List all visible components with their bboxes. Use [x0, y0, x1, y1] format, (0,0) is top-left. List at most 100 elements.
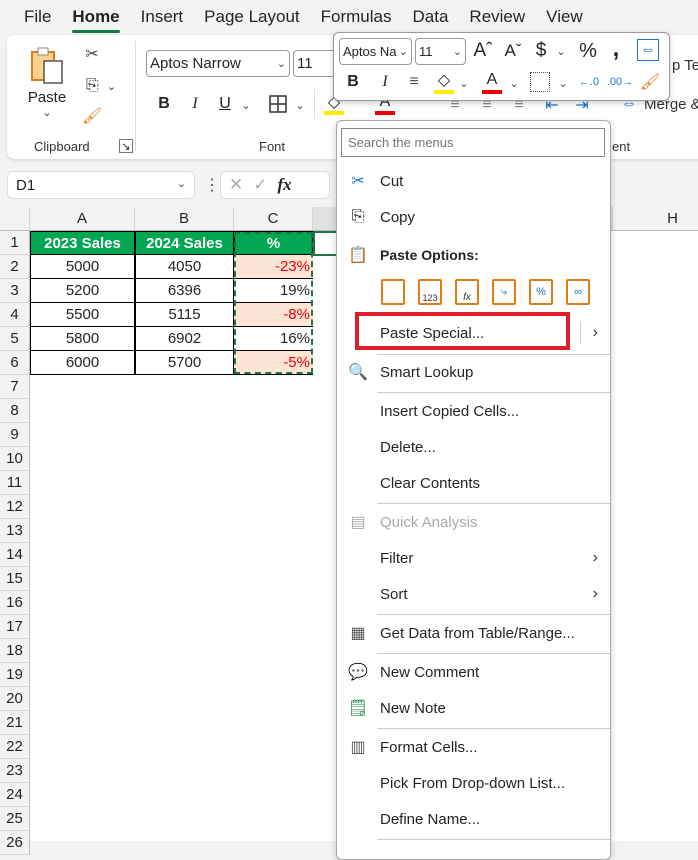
- table-header-cell[interactable]: 2024 Sales: [135, 231, 234, 255]
- row-header-10[interactable]: 10: [0, 447, 30, 471]
- row-header-17[interactable]: 17: [0, 615, 30, 639]
- mini-fill-color-button[interactable]: ◇: [434, 70, 454, 94]
- menu-item-filter[interactable]: Filter ›: [337, 541, 610, 575]
- select-all-corner[interactable]: [0, 207, 30, 231]
- table-cell[interactable]: 5500: [30, 303, 135, 327]
- table-cell[interactable]: 4050: [135, 255, 234, 279]
- row-header-1[interactable]: 1: [0, 231, 30, 255]
- cancel-icon[interactable]: ✕: [229, 175, 243, 195]
- table-cell[interactable]: 5800: [30, 327, 135, 351]
- table-cell[interactable]: -5%: [234, 351, 313, 375]
- menu-item-pick-from-dropdown[interactable]: Pick From Drop-down List...: [337, 766, 610, 800]
- paste-icon[interactable]: [381, 279, 405, 305]
- table-cell[interactable]: 6902: [135, 327, 234, 351]
- column-header-h[interactable]: H: [613, 207, 698, 231]
- borders-button[interactable]: [267, 93, 289, 115]
- paste-values-icon[interactable]: 123: [418, 279, 442, 305]
- row-header-5[interactable]: 5: [0, 327, 30, 351]
- increase-font-size-icon[interactable]: Aˆ: [472, 39, 494, 63]
- paste-formulas-icon[interactable]: fx: [455, 279, 479, 305]
- mini-align-center-icon[interactable]: ≡: [404, 70, 424, 94]
- table-cell[interactable]: 5115: [135, 303, 234, 327]
- tab-page-layout[interactable]: Page Layout: [204, 7, 299, 27]
- table-cell[interactable]: 5700: [135, 351, 234, 375]
- menu-item-format-cells[interactable]: ▥ Format Cells...: [337, 730, 610, 764]
- row-header-14[interactable]: 14: [0, 543, 30, 567]
- chevron-right-icon[interactable]: ›: [593, 324, 598, 342]
- name-box[interactable]: D1 ⌄: [7, 171, 195, 199]
- row-header-3[interactable]: 3: [0, 279, 30, 303]
- table-cell[interactable]: -23%: [234, 255, 313, 279]
- row-header-12[interactable]: 12: [0, 495, 30, 519]
- table-cell[interactable]: 6000: [30, 351, 135, 375]
- table-cell[interactable]: 6396: [135, 279, 234, 303]
- format-painter-button[interactable]: 🖌: [81, 105, 103, 127]
- percent-icon[interactable]: %: [577, 39, 599, 63]
- row-header-20[interactable]: 20: [0, 687, 30, 711]
- mini-italic-button[interactable]: I: [376, 70, 394, 94]
- menu-item-sort[interactable]: Sort ›: [337, 577, 610, 611]
- table-cell[interactable]: 16%: [234, 327, 313, 351]
- paste-button[interactable]: Paste ⌄: [27, 43, 67, 123]
- tab-file[interactable]: File: [24, 7, 51, 27]
- font-name-select[interactable]: Aptos Narrow ⌄: [146, 50, 290, 77]
- column-header-b[interactable]: B: [135, 207, 234, 231]
- menu-item-cut[interactable]: ✂ Cut: [337, 164, 610, 198]
- menu-item-delete[interactable]: Delete...: [337, 430, 610, 464]
- row-header-8[interactable]: 8: [0, 399, 30, 423]
- menu-item-new-comment[interactable]: 💬 New Comment: [337, 655, 610, 689]
- chevron-down-icon[interactable]: ⌄: [558, 73, 568, 93]
- mini-font-size-select[interactable]: 11 ⌄: [415, 38, 466, 65]
- more-options-icon[interactable]: ⋮: [204, 175, 220, 195]
- tab-insert[interactable]: Insert: [141, 7, 184, 27]
- row-header-21[interactable]: 21: [0, 711, 30, 735]
- row-header-16[interactable]: 16: [0, 591, 30, 615]
- row-header-24[interactable]: 24: [0, 783, 30, 807]
- row-header-26[interactable]: 26: [0, 831, 30, 855]
- menu-item-get-data[interactable]: ▦ Get Data from Table/Range...: [337, 616, 610, 650]
- tab-home[interactable]: Home: [72, 7, 120, 33]
- table-header-cell[interactable]: % Change: [234, 231, 313, 276]
- chevron-down-icon[interactable]: ⌄: [509, 73, 519, 93]
- table-cell[interactable]: 5000: [30, 255, 135, 279]
- row-header-18[interactable]: 18: [0, 639, 30, 663]
- row-header-19[interactable]: 19: [0, 663, 30, 687]
- menu-item-smart-lookup[interactable]: 🔍 Smart Lookup: [337, 355, 610, 389]
- chevron-down-icon[interactable]: ⌄: [240, 95, 252, 115]
- paste-transpose-icon[interactable]: ⤷: [492, 279, 516, 305]
- wrap-text-label[interactable]: p Te: [672, 57, 698, 74]
- row-header-11[interactable]: 11: [0, 471, 30, 495]
- copy-button[interactable]: ⎘ ⌄: [81, 75, 121, 97]
- row-header-2[interactable]: 2: [0, 255, 30, 279]
- row-header-7[interactable]: 7: [0, 375, 30, 399]
- mini-format-painter-icon[interactable]: 🖌: [639, 70, 661, 94]
- tab-data[interactable]: Data: [413, 7, 449, 27]
- chevron-down-icon[interactable]: ⌄: [556, 41, 566, 61]
- insert-function-button[interactable]: fx: [278, 175, 292, 195]
- wrap-text-icon[interactable]: ⇔: [637, 39, 659, 61]
- table-cell[interactable]: -8%: [234, 303, 313, 327]
- currency-icon[interactable]: $: [531, 39, 551, 63]
- row-header-22[interactable]: 22: [0, 735, 30, 759]
- row-header-9[interactable]: 9: [0, 423, 30, 447]
- menu-item-define-name[interactable]: Define Name...: [337, 802, 610, 836]
- menu-item-new-note[interactable]: 🗒 New Note: [337, 691, 610, 725]
- mini-font-name-select[interactable]: Aptos Na ⌄: [339, 38, 412, 65]
- row-header-23[interactable]: 23: [0, 759, 30, 783]
- underline-button[interactable]: U: [215, 93, 235, 115]
- table-cell[interactable]: 19%: [234, 279, 313, 303]
- comma-style-icon[interactable]: ,: [607, 35, 625, 62]
- tab-formulas[interactable]: Formulas: [321, 7, 392, 27]
- decrease-font-size-icon[interactable]: Aˇ: [502, 39, 524, 63]
- column-header-c[interactable]: C: [234, 207, 313, 231]
- row-header-4[interactable]: 4: [0, 303, 30, 327]
- row-header-13[interactable]: 13: [0, 519, 30, 543]
- paste-formatting-icon[interactable]: %: [529, 279, 553, 305]
- enter-icon[interactable]: ✓: [253, 175, 267, 195]
- table-cell[interactable]: 5200: [30, 279, 135, 303]
- mini-font-color-button[interactable]: A: [482, 70, 502, 94]
- row-header-25[interactable]: 25: [0, 807, 30, 831]
- menu-item-insert-copied-cells[interactable]: Insert Copied Cells...: [337, 394, 610, 428]
- tab-view[interactable]: View: [546, 7, 583, 27]
- paste-link-icon[interactable]: ∞: [566, 279, 590, 305]
